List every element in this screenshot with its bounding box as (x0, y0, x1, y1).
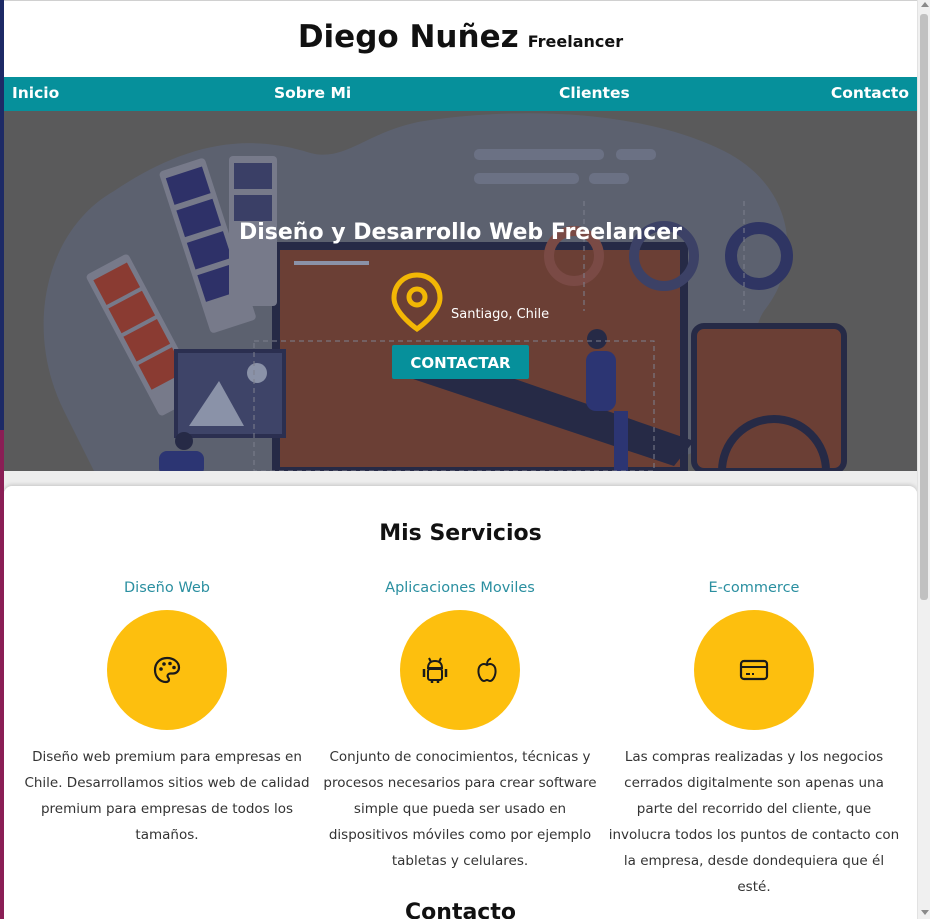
service-icon-circle (694, 610, 814, 730)
service-description: Diseño web premium para empresas en Chil… (24, 749, 310, 843)
services-title: Mis Servicios (379, 521, 542, 546)
vertical-scrollbar[interactable] (917, 0, 930, 919)
brand-name: Diego Nuñez (297, 19, 519, 55)
map-pin-icon (391, 272, 443, 333)
scroll-down-arrow-icon[interactable] (921, 910, 929, 915)
service-icon-circle (107, 610, 227, 730)
service-description: Las compras realizadas y los negocios ce… (608, 749, 900, 895)
credit-card-icon (739, 659, 769, 681)
scroll-up-arrow-icon[interactable] (921, 2, 929, 7)
service-card-aplicaciones-moviles: Aplicaciones Moviles Conjunto de conocim… (312, 578, 608, 874)
contact-section-title: Contacto (405, 900, 516, 919)
browser-page: Diego Nuñez Freelancer Inicio Sobre Mi C… (4, 0, 917, 919)
hero-location: Santiago, Chile (451, 307, 550, 322)
main-nav: Inicio Sobre Mi Clientes Contacto (4, 77, 917, 111)
services-section: Mis Servicios Diseño Web Diseño web prem… (4, 486, 917, 919)
contactar-button[interactable]: CONTACTAR (392, 345, 529, 379)
apple-icon (477, 657, 497, 683)
hero-illustration (43, 113, 847, 471)
scrollbar-thumb[interactable] (920, 14, 928, 600)
nav-item-sobre-mi[interactable]: Sobre Mi (274, 84, 351, 102)
nav-item-clientes[interactable]: Clientes (559, 84, 630, 102)
hero-banner: Diseño y Desarrollo Web Freelancer Santi… (4, 111, 917, 471)
hero-title: Diseño y Desarrollo Web Freelancer (238, 220, 683, 245)
palette-icon (153, 656, 181, 684)
brand-tagline: Freelancer (527, 32, 624, 51)
service-card-diseno-web: Diseño Web Diseño web premium para empre… (19, 578, 315, 848)
service-title: Aplicaciones Moviles (385, 580, 535, 596)
service-title: Diseño Web (124, 580, 210, 596)
nav-item-contacto[interactable]: Contacto (831, 84, 909, 102)
android-icon (422, 657, 448, 683)
nav-item-inicio[interactable]: Inicio (12, 84, 59, 102)
service-title: E-commerce (708, 580, 800, 596)
site-header: Diego Nuñez Freelancer (4, 0, 917, 77)
service-description: Conjunto de conocimientos, técnicas y pr… (323, 749, 597, 869)
service-card-e-commerce: E-commerce Las compras realizadas y los … (606, 578, 902, 900)
service-icon-circle (400, 610, 520, 730)
